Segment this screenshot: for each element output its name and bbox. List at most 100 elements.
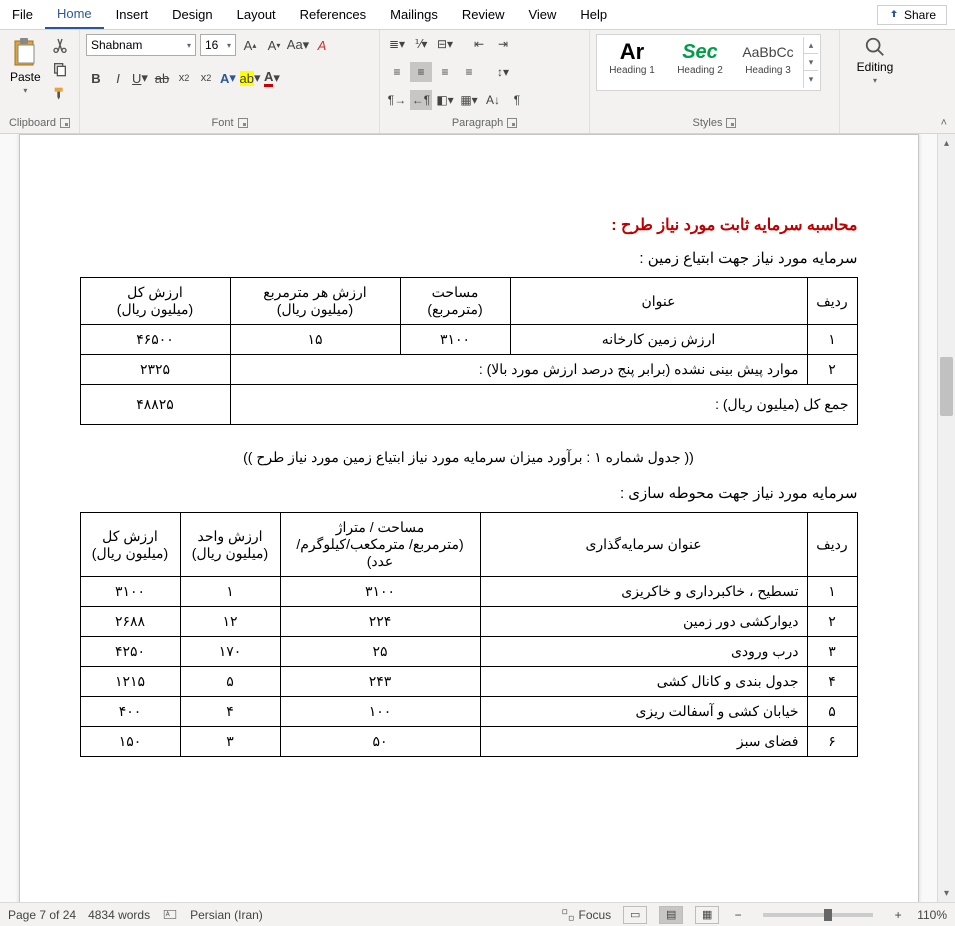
scroll-down-button[interactable]: ▾ (938, 884, 955, 902)
td: ۵۰ (280, 727, 480, 757)
font-name-value: Shabnam (91, 38, 142, 52)
bold-button[interactable]: B (86, 68, 106, 88)
td: ۱۵ (230, 325, 400, 355)
underline-button[interactable]: U▾ (130, 68, 150, 88)
subscript-button[interactable]: x2 (174, 68, 194, 88)
tab-layout[interactable]: Layout (225, 1, 288, 28)
highlight-button[interactable]: ab▾ (240, 68, 260, 88)
numbering-button[interactable]: ⅟▾ (410, 34, 432, 54)
align-right-button[interactable]: ≡ (434, 62, 456, 82)
styles-more-button[interactable]: ▾ (804, 71, 818, 88)
increase-indent-button[interactable]: ⇥ (492, 34, 514, 54)
clipboard-dialog-launcher[interactable] (60, 118, 70, 128)
read-mode-button[interactable]: ▭ (623, 906, 647, 924)
superscript-button[interactable]: x2 (196, 68, 216, 88)
sort-button[interactable]: A↓ (482, 90, 504, 110)
scroll-track[interactable] (938, 152, 955, 884)
style-name-2: Heading 2 (667, 65, 733, 76)
rtl-button[interactable]: ←¶ (410, 90, 432, 110)
ltr-button[interactable]: ¶→ (386, 90, 408, 110)
font-color-button[interactable]: A▾ (262, 68, 282, 88)
shading-button[interactable]: ◧▾ (434, 90, 456, 110)
language-indicator[interactable]: Persian (Iran) (190, 908, 263, 922)
tab-design[interactable]: Design (160, 1, 224, 28)
tab-mailings[interactable]: Mailings (378, 1, 450, 28)
page: محاسبه سرمایه ثابت مورد نیاز طرح : سرمای… (19, 134, 919, 902)
zoom-out-button[interactable]: − (731, 908, 745, 922)
styles-up-button[interactable]: ▴ (804, 37, 818, 54)
vertical-scrollbar[interactable]: ▴ ▾ (937, 134, 955, 902)
show-marks-button[interactable]: ¶ (506, 90, 528, 110)
web-layout-button[interactable]: ▦ (695, 906, 719, 924)
td: ۱۲۱۵ (80, 667, 180, 697)
style-preview-2: Sec (682, 41, 718, 64)
style-heading-1[interactable]: Ar Heading 1 (599, 37, 665, 88)
spellcheck-icon[interactable] (162, 908, 178, 922)
italic-button[interactable]: I (108, 68, 128, 88)
tab-insert[interactable]: Insert (104, 1, 161, 28)
clear-formatting-button[interactable]: A (312, 35, 332, 55)
font-size-combo[interactable]: 16▾ (200, 34, 236, 56)
align-center-button[interactable]: ≡ (410, 62, 432, 82)
shrink-font-button[interactable]: A▾ (264, 35, 284, 55)
grow-font-button[interactable]: A▴ (240, 35, 260, 55)
justify-button[interactable]: ≡ (458, 62, 480, 82)
td: ۳ (180, 727, 280, 757)
zoom-in-button[interactable]: + (891, 908, 905, 922)
style-heading-3[interactable]: AaBbCc Heading 3 (735, 37, 801, 88)
style-heading-2[interactable]: Sec Heading 2 (667, 37, 733, 88)
strikethrough-button[interactable]: ab (152, 68, 172, 88)
tab-home[interactable]: Home (45, 0, 104, 29)
editing-label: Editing (857, 60, 894, 74)
cut-icon (52, 37, 68, 53)
share-button[interactable]: Share (877, 5, 947, 25)
style-preview-1: Ar (620, 39, 644, 65)
group-font: Shabnam▾ 16▾ A▴ A▾ Aa▾ A B I U▾ ab x2 x2… (80, 30, 380, 133)
tab-references[interactable]: References (288, 1, 378, 28)
styles-down-button[interactable]: ▾ (804, 54, 818, 71)
th: عنوان (510, 278, 807, 325)
table-row: ۶فضای سبز۵۰۳۱۵۰ (80, 727, 857, 757)
scroll-thumb[interactable] (940, 357, 953, 416)
bullets-button[interactable]: ≣▾ (386, 34, 408, 54)
group-clipboard: Paste ▾ Clipboard (0, 30, 80, 133)
focus-mode-button[interactable]: Focus (561, 908, 612, 922)
print-layout-button[interactable]: ▤ (659, 906, 683, 924)
copy-icon (52, 61, 68, 77)
tab-file[interactable]: File (0, 1, 45, 28)
cut-button[interactable] (51, 36, 69, 54)
collapse-ribbon-button[interactable]: ˄ (941, 117, 947, 129)
styles-dialog-launcher[interactable] (726, 118, 736, 128)
paragraph-dialog-launcher[interactable] (507, 118, 517, 128)
align-left-button[interactable]: ≡ (386, 62, 408, 82)
editing-button[interactable]: Editing ▾ (851, 34, 900, 87)
text-effects-button[interactable]: A▾ (218, 68, 238, 88)
format-painter-button[interactable] (51, 84, 69, 102)
font-dialog-launcher[interactable] (238, 118, 248, 128)
paste-button[interactable]: Paste ▾ (6, 34, 45, 97)
page-indicator[interactable]: Page 7 of 24 (8, 908, 76, 922)
td: موارد پیش بینی نشده (برابر پنج درصد ارزش… (230, 355, 807, 385)
tab-help[interactable]: Help (568, 1, 619, 28)
zoom-slider[interactable] (763, 913, 873, 917)
tab-view[interactable]: View (516, 1, 568, 28)
td: ۳ (807, 637, 857, 667)
zoom-thumb[interactable] (824, 909, 832, 921)
scroll-up-button[interactable]: ▴ (938, 134, 955, 152)
zoom-level[interactable]: 110% (917, 908, 947, 922)
change-case-button[interactable]: Aa▾ (288, 35, 308, 55)
word-count[interactable]: 4834 words (88, 908, 150, 922)
table-row: ۵خیابان کشی و آسفالت ریزی۱۰۰۴۴۰۰ (80, 697, 857, 727)
document-area[interactable]: محاسبه سرمایه ثابت مورد نیاز طرح : سرمای… (0, 134, 937, 902)
font-size-value: 16 (205, 38, 218, 52)
share-label: Share (904, 8, 936, 22)
td: ۱۷۰ (180, 637, 280, 667)
copy-button[interactable] (51, 60, 69, 78)
font-name-combo[interactable]: Shabnam▾ (86, 34, 196, 56)
td: ۱ (807, 577, 857, 607)
multilevel-button[interactable]: ⊟▾ (434, 34, 456, 54)
tab-review[interactable]: Review (450, 1, 517, 28)
line-spacing-button[interactable]: ↕▾ (492, 62, 514, 82)
borders-button[interactable]: ▦▾ (458, 90, 480, 110)
decrease-indent-button[interactable]: ⇤ (468, 34, 490, 54)
